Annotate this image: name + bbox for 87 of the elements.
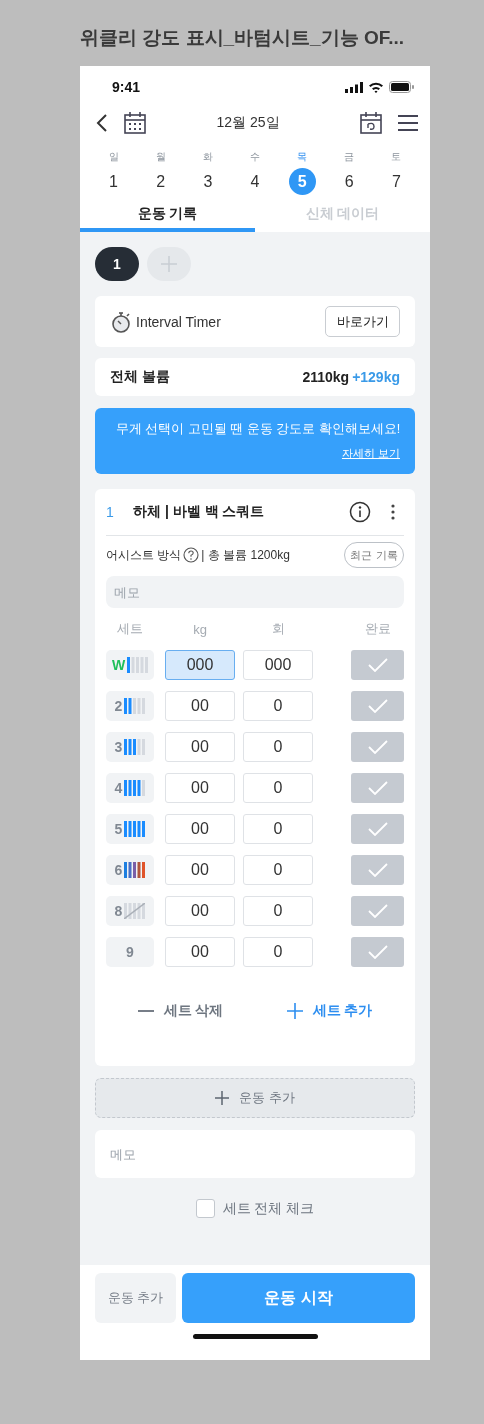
delete-set-button[interactable]: 세트 삭제 bbox=[163, 1002, 224, 1020]
complete-checkbox[interactable] bbox=[351, 691, 404, 721]
more-icon[interactable] bbox=[391, 504, 395, 520]
volume-value: 2110kg bbox=[302, 369, 350, 385]
checkbox[interactable] bbox=[195, 1199, 215, 1218]
reps-field[interactable]: 0 bbox=[243, 773, 313, 803]
plus-icon[interactable] bbox=[286, 1003, 303, 1019]
stopwatch-icon bbox=[110, 310, 132, 333]
reps-field[interactable]: 0 bbox=[243, 732, 313, 762]
check-icon bbox=[367, 904, 388, 918]
check-all-label: 세트 전체 체크 bbox=[222, 1199, 315, 1218]
date-item[interactable]: 6 bbox=[335, 168, 363, 195]
reps-field[interactable]: 0 bbox=[243, 937, 313, 967]
info-icon[interactable] bbox=[349, 501, 371, 523]
session-chip[interactable]: 1 bbox=[95, 247, 139, 281]
exercise-number: 1 bbox=[106, 504, 115, 520]
check-icon bbox=[367, 781, 388, 795]
add-session-button[interactable] bbox=[147, 247, 191, 281]
reps-field[interactable]: 0 bbox=[243, 814, 313, 844]
reps-field[interactable]: 0 bbox=[243, 691, 313, 721]
volume-text: | 총 볼륨 1200kg bbox=[201, 546, 290, 564]
method-label: 어시스트 방식 bbox=[106, 546, 182, 564]
calendar-return-icon[interactable] bbox=[360, 112, 382, 134]
weight-field[interactable]: 00 bbox=[165, 773, 235, 803]
signal-icon bbox=[345, 81, 363, 93]
plus-icon bbox=[215, 1091, 230, 1105]
weekday-label: 목 bbox=[297, 150, 308, 164]
weekday-label: 일 bbox=[108, 150, 119, 164]
weekday-label: 금 bbox=[344, 150, 355, 164]
check-icon bbox=[367, 822, 388, 836]
check-icon bbox=[367, 740, 388, 754]
date-title: 12월 25일 bbox=[215, 114, 281, 132]
volume-change: +129kg bbox=[352, 369, 400, 385]
minus-icon[interactable] bbox=[137, 1010, 154, 1012]
weekday-label: 토 bbox=[391, 150, 402, 164]
weight-field[interactable]: 00 bbox=[165, 732, 235, 762]
shortcut-button[interactable]: 바로가기 bbox=[325, 306, 400, 337]
plus-icon bbox=[161, 256, 177, 272]
weekday-label: 수 bbox=[250, 150, 260, 164]
check-icon bbox=[367, 863, 388, 877]
complete-checkbox[interactable] bbox=[351, 855, 404, 885]
exercise-title: 하체 | 바벨 백 스쿼트 bbox=[133, 503, 266, 521]
page-title: 위클리 강도 표시_바텀시트_기능 OF... bbox=[78, 26, 406, 50]
column-header: 회 bbox=[270, 620, 286, 638]
weight-field[interactable]: 00 bbox=[165, 814, 235, 844]
timer-label: Interval Timer bbox=[136, 313, 221, 330]
help-icon[interactable] bbox=[183, 547, 200, 563]
date-item[interactable]: 4 bbox=[241, 168, 269, 195]
reps-field[interactable]: 0 bbox=[243, 896, 313, 926]
check-icon bbox=[367, 945, 388, 959]
complete-checkbox[interactable] bbox=[351, 896, 404, 926]
complete-checkbox[interactable] bbox=[351, 650, 404, 680]
weight-field[interactable]: 00 bbox=[165, 896, 235, 926]
volume-label: 전체 볼륨 bbox=[110, 368, 170, 386]
memo-field[interactable]: 메모 bbox=[106, 576, 404, 608]
weight-field[interactable]: 000 bbox=[165, 650, 235, 680]
reps-field[interactable]: 0 bbox=[243, 855, 313, 885]
reps-field[interactable]: 000 bbox=[243, 650, 313, 680]
weight-field[interactable]: 00 bbox=[165, 855, 235, 885]
weight-field[interactable]: 00 bbox=[165, 937, 235, 967]
complete-checkbox[interactable] bbox=[351, 773, 404, 803]
check-icon bbox=[367, 658, 388, 672]
clock-time: 9:41 bbox=[112, 79, 141, 95]
column-header: 세트 bbox=[116, 620, 144, 638]
weekday-label: 월 bbox=[155, 150, 166, 164]
banner-text: 무게 선택이 고민될 땐 운동 강도로 확인해보세요! bbox=[116, 420, 401, 438]
add-exercise-button[interactable]: 운동 추가 bbox=[95, 1078, 415, 1118]
date-item[interactable]: 2 bbox=[147, 168, 175, 195]
complete-checkbox[interactable] bbox=[351, 937, 404, 967]
calendar-icon[interactable] bbox=[124, 112, 146, 134]
date-item[interactable]: 3 bbox=[194, 168, 222, 195]
add-exercise-button[interactable]: 운동 추가 bbox=[95, 1273, 176, 1323]
date-item[interactable]: 1 bbox=[100, 168, 128, 195]
wifi-icon bbox=[368, 81, 384, 93]
complete-checkbox[interactable] bbox=[351, 814, 404, 844]
weight-field[interactable]: 00 bbox=[165, 691, 235, 721]
memo-field[interactable]: 메모 bbox=[95, 1130, 415, 1178]
menu-icon[interactable] bbox=[398, 115, 418, 131]
back-icon[interactable] bbox=[96, 114, 108, 132]
battery-icon bbox=[389, 81, 414, 93]
recent-record-button[interactable]: 최근 기록 bbox=[344, 542, 404, 568]
column-header: 완료 bbox=[363, 620, 392, 638]
weekday-label: 화 bbox=[202, 150, 213, 164]
check-icon bbox=[367, 699, 388, 713]
column-header: kg bbox=[192, 621, 208, 637]
complete-checkbox[interactable] bbox=[351, 732, 404, 762]
date-item[interactable]: 7 bbox=[382, 168, 410, 195]
